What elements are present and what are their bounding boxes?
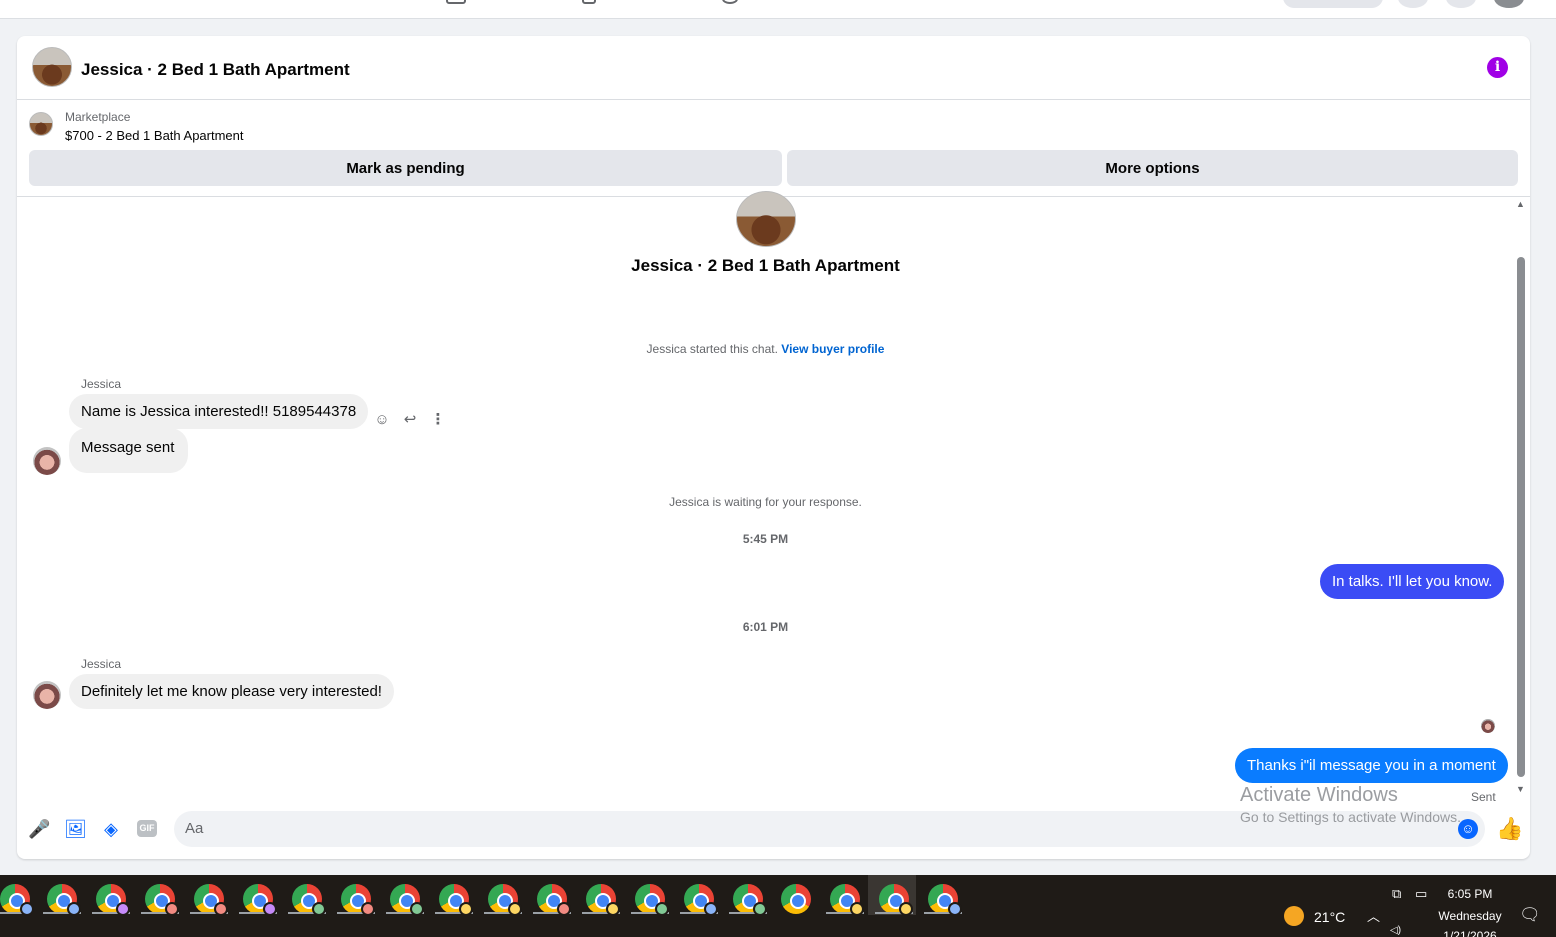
notifications-nav-icon[interactable]	[582, 0, 596, 4]
react-icon[interactable]: ☺	[372, 410, 392, 430]
message-sender: Jessica	[81, 657, 122, 671]
timestamp: 6:01 PM	[742, 620, 789, 634]
info-icon[interactable]: i	[1487, 57, 1508, 78]
chrome-profile-icon[interactable]	[96, 884, 130, 916]
conversation-title[interactable]: Jessica · 2 Bed 1 Bath Apartment	[81, 60, 350, 80]
chat-title: Jessica · 2 Bed 1 Bath Apartment	[631, 256, 900, 275]
marketplace-label: Marketplace	[65, 110, 131, 124]
more-actions-icon[interactable]: ⋮	[428, 410, 448, 430]
reply-icon[interactable]: ↩	[400, 410, 420, 430]
menu-grid-icon[interactable]	[1398, 0, 1428, 8]
chrome-icon[interactable]	[781, 884, 811, 914]
chrome-profile-icon[interactable]	[194, 884, 228, 916]
listing-thumbnail[interactable]	[29, 112, 53, 136]
chrome-profile-icon[interactable]	[928, 884, 962, 916]
network-icon[interactable]: ▭	[1415, 886, 1427, 902]
gif-icon[interactable]: GIF	[137, 820, 157, 837]
chrome-profile-icon[interactable]	[243, 884, 277, 916]
chrome-profile-icon[interactable]	[341, 884, 375, 916]
watermark-subtitle: Go to Settings to activate Windows.	[1240, 809, 1461, 825]
notification-center-icon[interactable]: 🗨	[1519, 905, 1541, 925]
clock-time[interactable]: 6:05 PM	[1430, 887, 1510, 901]
waiting-notice: Jessica is waiting for your response.	[669, 495, 862, 509]
weather-temperature[interactable]: 21°C	[1314, 909, 1345, 925]
chevron-up-icon[interactable]: ︿	[1367, 906, 1380, 925]
like-icon[interactable]: 👍	[1496, 816, 1523, 842]
conversation-panel: Jessica · 2 Bed 1 Bath Apartment i Marke…	[17, 36, 1530, 859]
message-bubble[interactable]: Name is Jessica interested!! 5189544378	[69, 394, 369, 429]
weather-icon[interactable]	[1284, 906, 1304, 926]
message-bubble[interactable]: Message sent	[69, 428, 189, 473]
sender-avatar[interactable]	[33, 447, 61, 475]
sticker-icon[interactable]: ◈	[100, 818, 122, 840]
chrome-profile-icon[interactable]	[439, 884, 473, 916]
thread-scrollbar[interactable]: ▲ ▼	[1514, 197, 1530, 802]
chrome-profile-icon[interactable]	[537, 884, 571, 916]
chrome-profile-icon[interactable]	[830, 884, 864, 916]
windows-taskbar	[0, 875, 1556, 937]
timestamp: 5:45 PM	[742, 532, 789, 546]
chrome-profile-icon[interactable]	[292, 884, 326, 916]
chat-started-notice: Jessica started this chat. View buyer pr…	[17, 342, 1514, 356]
scroll-up-icon[interactable]: ▲	[1516, 199, 1525, 209]
sender-avatar[interactable]	[33, 681, 61, 709]
activate-windows-watermark: Activate Windows Go to Settings to activ…	[1240, 784, 1461, 825]
chrome-profile-icon[interactable]	[0, 884, 34, 916]
listing-title[interactable]: $700 - 2 Bed 1 Bath Apartment	[65, 128, 244, 143]
top-nav-bar	[0, 0, 1556, 19]
scrollbar-thumb[interactable]	[1517, 257, 1525, 777]
watermark-title: Activate Windows	[1240, 784, 1398, 806]
listing-avatar[interactable]	[32, 47, 72, 87]
message-thread: Jessica · 2 Bed 1 Bath Apartment Jessica…	[17, 191, 1530, 804]
chat-started-text: Jessica started this chat.	[646, 342, 778, 356]
chrome-profile-icon[interactable]	[47, 884, 81, 916]
more-options-button[interactable]: More options	[787, 150, 1518, 186]
chrome-profile-icon[interactable]	[684, 884, 718, 916]
scroll-down-icon[interactable]: ▼	[1516, 784, 1525, 794]
message-bubble[interactable]: Thanks i"il message you in a moment	[1235, 748, 1508, 783]
message-sender: Jessica	[81, 377, 122, 391]
chrome-profile-icon[interactable]	[145, 884, 179, 916]
message-bubble[interactable]: In talks. I'll let you know.	[1320, 564, 1505, 599]
microphone-icon[interactable]: 🎤	[28, 818, 50, 840]
marketplace-listing-bar: Marketplace $700 - 2 Bed 1 Bath Apartmen…	[17, 100, 1530, 197]
chat-listing-avatar	[736, 191, 796, 247]
clock-day[interactable]: Wednesday	[1430, 909, 1510, 923]
marketplace-nav-icon[interactable]	[446, 0, 466, 4]
message-bubble[interactable]: Definitely let me know please very inter…	[69, 674, 394, 709]
emoji-icon[interactable]: ☺	[1458, 819, 1478, 839]
chrome-profile-icon[interactable]	[586, 884, 620, 916]
chrome-profile-icon[interactable]	[488, 884, 522, 916]
chrome-profile-icon[interactable]	[879, 884, 913, 916]
read-receipt-avatar	[1481, 719, 1495, 733]
help-nav-icon[interactable]	[722, 0, 738, 4]
chrome-profile-icon[interactable]	[390, 884, 424, 916]
account-avatar[interactable]	[1494, 0, 1524, 8]
messenger-icon[interactable]	[1446, 0, 1476, 8]
search-pill[interactable]	[1283, 0, 1383, 8]
meet-now-icon[interactable]: ⧉	[1392, 886, 1401, 902]
mark-as-pending-button[interactable]: Mark as pending	[29, 150, 782, 186]
volume-icon[interactable]: ◁)	[1390, 925, 1401, 936]
clock-date[interactable]: 1/21/2026	[1430, 929, 1510, 937]
chrome-profile-icon[interactable]	[733, 884, 767, 916]
conversation-header: Jessica · 2 Bed 1 Bath Apartment i	[17, 36, 1530, 100]
chrome-profile-icon[interactable]	[635, 884, 669, 916]
photo-icon[interactable]: 🖼	[64, 818, 87, 840]
view-buyer-profile-link[interactable]: View buyer profile	[781, 342, 884, 356]
